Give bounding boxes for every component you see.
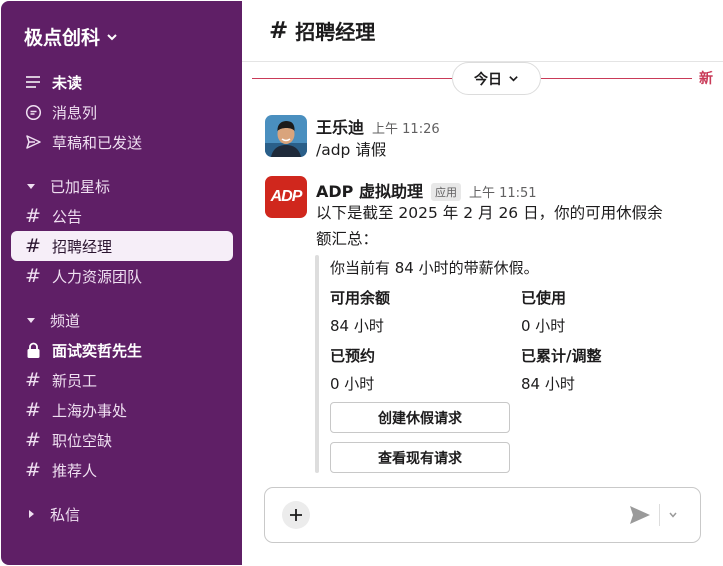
sidebar-item-label: 职位空缺: [52, 431, 113, 450]
sidebar-item-openings[interactable]: # 职位空缺: [11, 425, 233, 455]
sidebar-item-hiring-managers[interactable]: # 招聘经理: [11, 231, 233, 261]
channel-hash-icon: #: [25, 368, 41, 391]
field-value-accrued: 84 小时: [521, 375, 575, 393]
adp-logo-text: ADP: [270, 188, 303, 205]
sender-name[interactable]: ADP 虚拟助理: [316, 178, 423, 202]
sidebar-item-drafts[interactable]: 草稿和已发送: [11, 127, 233, 157]
message-text-line: 额汇总：: [316, 230, 379, 248]
sidebar-item-announcements[interactable]: # 公告: [11, 201, 233, 231]
chevron-down-icon: [107, 33, 117, 40]
sidebar-item-label: 招聘经理: [52, 237, 113, 256]
sidebar-item-label: 面试奕哲先生: [52, 341, 143, 360]
threads-icon: [24, 103, 42, 121]
section-starred[interactable]: 已加星标: [11, 173, 233, 199]
channel-hash-icon: #: [25, 234, 41, 257]
caret-right-icon: [29, 510, 34, 518]
field-label-used: 已使用: [521, 289, 567, 307]
sidebar: 极点创科 未读 消息列 草稿和已发送 已加星标 # 公告 # 招聘经理 # 人力…: [1, 1, 242, 565]
send-divider: [659, 504, 660, 526]
message-text-line: 以下是截至 2025 年 2 月 26 日，你的可用休假余: [316, 204, 663, 222]
channel-hash-icon: #: [25, 204, 41, 227]
view-requests-button[interactable]: 查看现有请求: [330, 442, 510, 473]
field-value-scheduled: 0 小时: [330, 375, 375, 393]
channel-hash-icon: #: [25, 264, 41, 287]
sidebar-item-label: 推荐人: [52, 461, 98, 480]
section-title: 频道: [50, 311, 81, 330]
field-label-available: 可用余额: [330, 289, 391, 307]
message-text: /adp 请假: [316, 141, 387, 159]
channel-title[interactable]: 招聘经理: [295, 16, 375, 45]
sidebar-item-hr-team[interactable]: # 人力资源团队: [11, 261, 233, 291]
date-label: 今日: [474, 71, 502, 88]
sidebar-item-label: 人力资源团队: [52, 267, 143, 286]
message-header: 王乐迪 上午 11:26: [316, 114, 440, 138]
channel-hash-icon: #: [25, 428, 41, 451]
sidebar-item-unread[interactable]: 未读: [11, 67, 233, 97]
channel-hash-icon: #: [25, 458, 41, 481]
message-composer[interactable]: [264, 487, 701, 543]
workspace-switcher[interactable]: 极点创科: [24, 23, 118, 50]
sidebar-item-referrals[interactable]: # 推荐人: [11, 455, 233, 485]
create-leave-request-button[interactable]: 创建休假请求: [330, 402, 510, 433]
sidebar-item-label: 上海办事处: [52, 401, 128, 420]
sidebar-item-interview[interactable]: 面试奕哲先生: [11, 335, 233, 365]
section-channels[interactable]: 频道: [11, 307, 233, 333]
section-title: 私信: [50, 505, 81, 524]
field-value-available: 84 小时: [330, 317, 384, 335]
message-time[interactable]: 上午 11:26: [372, 118, 440, 137]
sidebar-item-new-hires[interactable]: # 新员工: [11, 365, 233, 395]
new-divider-line: [541, 78, 692, 79]
sender-name[interactable]: 王乐迪: [316, 114, 364, 138]
section-title: 已加星标: [50, 177, 111, 196]
date-jump-button[interactable]: 今日: [452, 62, 541, 95]
chevron-down-icon[interactable]: [668, 510, 678, 520]
lock-icon: [24, 341, 42, 359]
new-divider-line: [252, 78, 452, 79]
caret-down-icon: [27, 318, 35, 323]
app-badge: 应用: [430, 183, 461, 201]
section-dms[interactable]: 私信: [11, 501, 233, 527]
send-icon[interactable]: [628, 504, 652, 526]
add-attachment-button[interactable]: [282, 501, 310, 529]
attachment-intro: 你当前有 84 小时的带薪休假。: [330, 259, 539, 277]
field-label-accrued: 已累计/调整: [521, 347, 602, 365]
channel-hash-icon: #: [25, 398, 41, 421]
channel-hash-icon: #: [269, 17, 289, 44]
unread-icon: [24, 73, 42, 91]
field-label-scheduled: 已预约: [330, 347, 376, 365]
workspace-name: 极点创科: [24, 27, 101, 49]
avatar[interactable]: [265, 115, 307, 157]
sidebar-item-label: 新员工: [52, 371, 98, 390]
message-header: ADP 虚拟助理 应用 上午 11:51: [316, 178, 537, 202]
chevron-down-icon: [509, 76, 518, 82]
caret-down-icon: [27, 184, 35, 189]
message-time[interactable]: 上午 11:51: [469, 182, 537, 201]
field-value-used: 0 小时: [521, 317, 566, 335]
channel-header: # 招聘经理: [242, 0, 723, 62]
sidebar-item-label: 公告: [52, 207, 83, 226]
send-icon: [24, 133, 42, 151]
sidebar-item-label: 草稿和已发送: [52, 133, 143, 152]
sidebar-item-label: 未读: [52, 73, 83, 92]
plus-icon: [290, 509, 302, 521]
adp-logo-avatar[interactable]: ADP: [265, 176, 307, 218]
sidebar-item-threads[interactable]: 消息列: [11, 97, 233, 127]
sidebar-item-shanghai-office[interactable]: # 上海办事处: [11, 395, 233, 425]
attachment-bar: [315, 255, 319, 473]
sidebar-item-label: 消息列: [52, 103, 98, 122]
new-messages-label: 新: [699, 71, 713, 87]
